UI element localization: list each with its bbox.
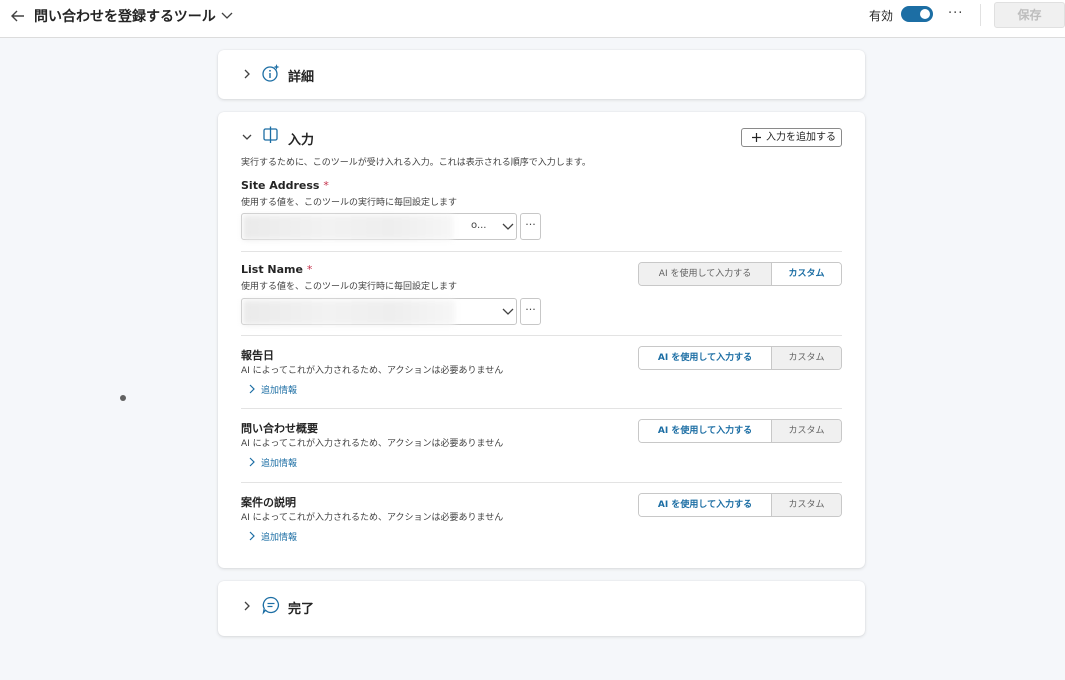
completion-section: 完了 (218, 581, 865, 636)
report-date-sublabel: AI によってこれが入力されるため、アクションは必要ありません (241, 366, 504, 376)
chevron-right-icon (249, 457, 255, 467)
page-title: 問い合わせを登録するツール (34, 9, 216, 25)
chevron-right-icon (244, 601, 250, 611)
custom-option[interactable]: カスタム (771, 420, 841, 442)
chevron-right-icon (244, 69, 250, 79)
report-date-label: 報告日 (241, 349, 274, 362)
divider (980, 4, 981, 26)
chevron-right-icon (249, 531, 255, 541)
add-input-label: 入力を追加する (766, 132, 836, 143)
required-mark: * (323, 179, 329, 192)
inquiry-summary-sublabel: AI によってこれが入力されるため、アクションは必要ありません (241, 439, 504, 449)
case-description-more-info-link[interactable]: 追加情報 (249, 530, 298, 543)
ai-fill-option[interactable]: AI を使用して入力する (639, 263, 771, 285)
inputs-title: 入力 (288, 133, 315, 148)
list-name-mode-toggle: AI を使用して入力する カスタム (638, 262, 842, 286)
details-title: 詳細 (288, 70, 315, 85)
list-name-more-button[interactable]: ··· (520, 298, 541, 325)
case-description-label: 案件の説明 (241, 496, 296, 509)
divider (241, 482, 842, 483)
divider (241, 335, 842, 336)
inquiry-summary-more-info-link[interactable]: 追加情報 (249, 456, 298, 469)
details-section: 詳細 (218, 50, 865, 99)
field-label-text: Site Address (241, 179, 320, 192)
custom-option[interactable]: カスタム (771, 494, 841, 516)
list-name-label: List Name * (241, 263, 312, 276)
report-date-more-info-link[interactable]: 追加情報 (249, 383, 298, 396)
toggle-knob (920, 9, 930, 19)
completion-title: 完了 (288, 602, 315, 617)
save-button[interactable]: 保存 (994, 2, 1065, 28)
completion-header[interactable]: 完了 (218, 581, 865, 636)
more-options-button[interactable]: ··· (948, 6, 963, 21)
case-description-mode-toggle: AI を使用して入力する カスタム (638, 493, 842, 517)
cursor-dot (120, 395, 126, 401)
list-name-sublabel: 使用する値を、このツールの実行時に毎回設定します (241, 282, 458, 292)
custom-option[interactable]: カスタム (771, 263, 841, 285)
inquiry-summary-label: 問い合わせ概要 (241, 422, 318, 435)
report-date-mode-toggle: AI を使用して入力する カスタム (638, 346, 842, 370)
inputs-description: 実行するために、このツールが受け入れる入力。これは表示される順序で入力します。 (241, 158, 591, 168)
site-address-sublabel: 使用する値を、このツールの実行時に毎回設定します (241, 198, 458, 208)
ai-fill-option[interactable]: AI を使用して入力する (639, 420, 771, 442)
enabled-label: 有効 (869, 9, 894, 23)
chevron-down-icon (242, 134, 252, 140)
dropdown-value: o... (471, 220, 487, 231)
site-address-dropdown[interactable]: o... (241, 213, 517, 240)
chat-bubble-icon (262, 596, 280, 615)
info-sparkle-icon (262, 64, 280, 82)
divider (241, 408, 842, 409)
site-address-label: Site Address * (241, 179, 329, 192)
inquiry-summary-mode-toggle: AI を使用して入力する カスタム (638, 419, 842, 443)
chevron-down-icon (502, 223, 514, 230)
case-description-sublabel: AI によってこれが入力されるため、アクションは必要ありません (241, 513, 504, 523)
list-name-dropdown[interactable] (241, 298, 517, 325)
add-input-button[interactable]: 入力を追加する (741, 128, 842, 147)
details-header[interactable]: 詳細 (218, 50, 865, 98)
enabled-toggle[interactable] (901, 6, 933, 22)
plus-icon (752, 133, 761, 142)
field-label-text: List Name (241, 263, 303, 276)
chevron-right-icon (249, 384, 255, 394)
ai-fill-option[interactable]: AI を使用して入力する (639, 347, 771, 369)
more-info-label: 追加情報 (261, 533, 298, 543)
more-info-label: 追加情報 (261, 459, 298, 469)
more-info-label: 追加情報 (261, 386, 298, 396)
site-address-more-button[interactable]: ··· (520, 213, 541, 240)
inputs-section: 入力 入力を追加する 実行するために、このツールが受け入れる入力。これは表示され… (218, 112, 865, 568)
redacted-value (243, 215, 453, 240)
custom-option[interactable]: カスタム (771, 347, 841, 369)
chevron-down-icon[interactable] (220, 8, 234, 22)
redacted-value (243, 300, 455, 325)
required-mark: * (306, 263, 313, 276)
top-bar: 問い合わせを登録するツール 有効 ··· 保存 (0, 0, 1065, 38)
divider (241, 251, 842, 252)
input-book-icon (263, 126, 278, 143)
back-arrow-icon[interactable] (9, 7, 27, 25)
chevron-down-icon (502, 308, 514, 315)
ai-fill-option[interactable]: AI を使用して入力する (639, 494, 771, 516)
